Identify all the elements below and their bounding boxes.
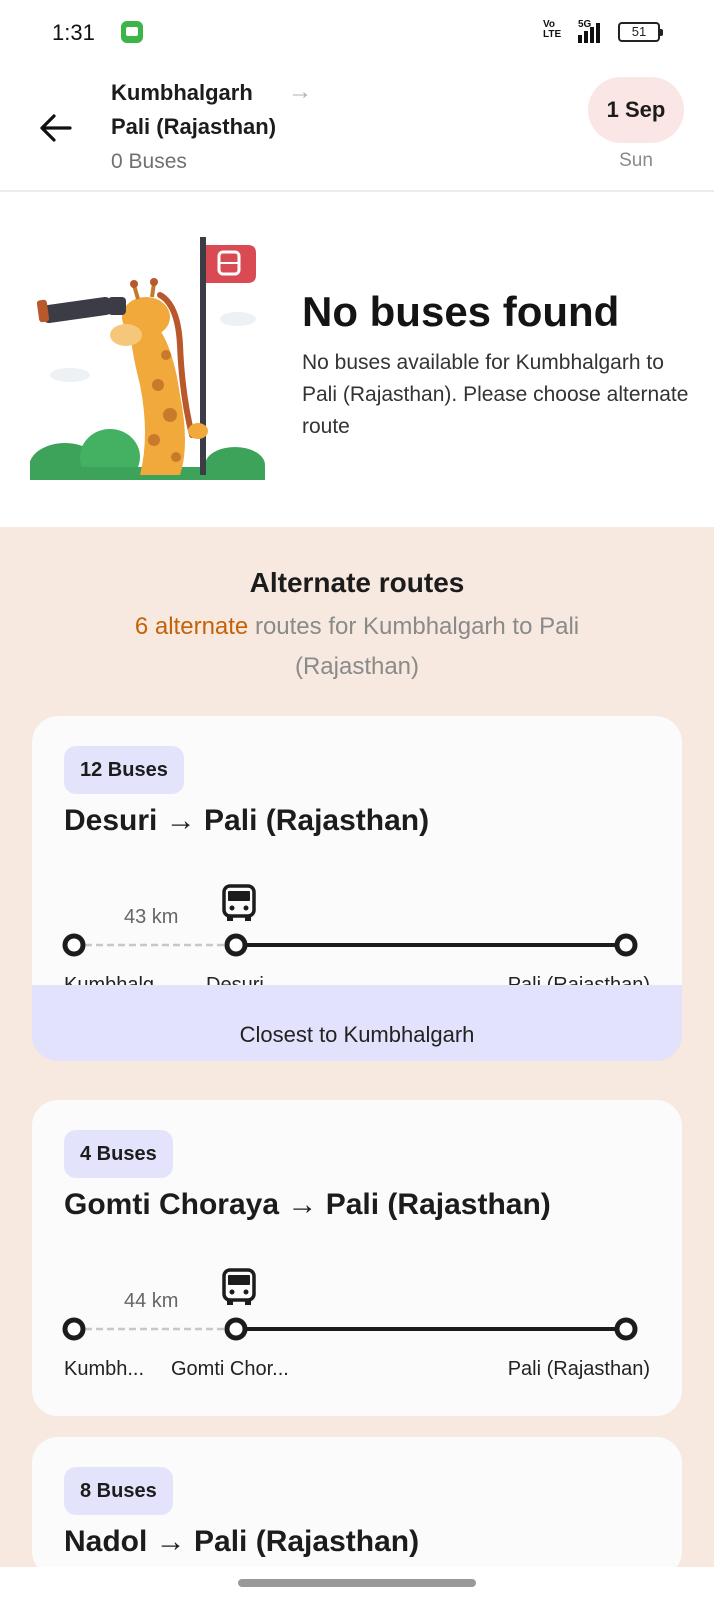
alternate-count-highlight: 6 alternate	[134, 613, 249, 640]
messages-app-icon	[121, 21, 143, 43]
signal-5g-icon: 5G	[578, 19, 608, 43]
alternate-count-rest: routes for Kumbhalgarh to Pali (Rajastha…	[248, 613, 580, 680]
stop-destination: Pali (Rajasthan)	[507, 1358, 650, 1380]
date-weekday: Sun	[619, 150, 653, 171]
distance-label: 44 km	[124, 1290, 179, 1312]
route-destination: Pali (Rajasthan)	[111, 114, 277, 139]
route-title: Gomti Choraya → Pali (Rajasthan)	[64, 1188, 551, 1221]
bus-count: 0 Buses	[111, 150, 187, 173]
stop-via: Gomti Chor...	[171, 1358, 289, 1380]
route-title: Desuri → Pali (Rajasthan)	[64, 804, 430, 837]
route-origin: Kumbhalgarh	[111, 80, 253, 105]
battery-icon: 51	[618, 22, 663, 42]
status-bar: 1:31 Vo LTE 5G 51	[0, 0, 714, 64]
route-card[interactable]: 4 Buses Gomti Choraya → Pali (Rajasthan)…	[32, 1100, 682, 1416]
route-line	[62, 933, 638, 957]
route-line	[62, 1317, 638, 1341]
alternate-routes-subtitle: 6 alternate routes for Kumbhalgarh to Pa…	[70, 607, 644, 687]
bus-icon	[222, 884, 256, 921]
route-card[interactable]: 8 Buses Nadol → Pali (Rajasthan)	[32, 1437, 682, 1577]
bus-count-badge: 12 Buses	[64, 746, 184, 794]
date-selector[interactable]: 1 Sep	[588, 77, 684, 143]
route-title: Nadol → Pali (Rajasthan)	[64, 1525, 420, 1558]
status-time: 1:31	[52, 20, 95, 45]
arrow-right-icon: →	[288, 78, 312, 105]
route-card-body: 12 Buses Desuri → Pali (Rajasthan) 43 km…	[32, 716, 682, 1026]
bus-icon	[222, 1268, 256, 1305]
home-indicator[interactable]	[238, 1579, 476, 1587]
bus-count-badge: 4 Buses	[64, 1130, 173, 1178]
empty-state-message: No buses available for Kumbhalgarh to Pa…	[302, 351, 689, 438]
distance-label: 43 km	[124, 906, 179, 928]
volte-icon: Vo LTE	[543, 19, 562, 40]
route-card-body: 8 Buses Nadol → Pali (Rajasthan)	[32, 1437, 682, 1577]
closest-label: Closest to Kumbhalgarh	[32, 985, 682, 1061]
bus-count-badge: 8 Buses	[64, 1467, 173, 1515]
stop-origin: Kumbh...	[64, 1358, 145, 1380]
empty-state-title: No buses found	[302, 288, 620, 335]
route-card[interactable]: 12 Buses Desuri → Pali (Rajasthan) 43 km…	[32, 716, 682, 1061]
route-card-body: 4 Buses Gomti Choraya → Pali (Rajasthan)…	[32, 1100, 682, 1416]
giraffe-binoculars-illustration	[30, 237, 265, 480]
header: Kumbhalgarh → Pali (Rajasthan) 0 Buses 1…	[0, 64, 714, 192]
alternate-routes-section: Alternate routes 6 alternate routes for …	[0, 527, 714, 1577]
alternate-routes-title: Alternate routes	[249, 567, 465, 598]
back-arrow-icon[interactable]	[36, 108, 76, 148]
